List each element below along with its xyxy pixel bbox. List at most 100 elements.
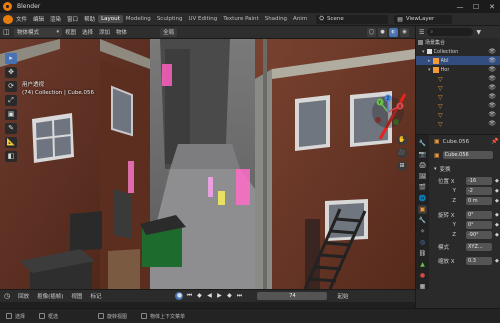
location-z-field[interactable]: 0 m (466, 197, 492, 205)
object-name-field[interactable]: Cube.056 (442, 151, 493, 159)
select-tool-icon[interactable]: ▸ (5, 53, 17, 64)
record-icon[interactable]: ● (175, 292, 184, 300)
visibility-eye-icon[interactable]: 👁 (488, 93, 496, 100)
solid-shading-icon[interactable]: ● (378, 27, 387, 37)
particles-tab-icon[interactable]: ✧ (418, 227, 427, 236)
visibility-eye-icon[interactable]: 👁 (488, 84, 496, 91)
pin-icon[interactable]: 📌 (491, 138, 498, 145)
outliner-row-hor[interactable]: ▾ Hor 👁 (416, 65, 500, 74)
menu-edit[interactable]: 编辑 (30, 15, 47, 23)
object-tab-icon[interactable]: ▣ (418, 205, 427, 214)
physics-tab-icon[interactable]: ◎ (418, 238, 427, 247)
location-y-field[interactable]: -2 (466, 187, 492, 195)
outliner-search-input[interactable]: ⌕ (427, 28, 474, 36)
cursor-tool-icon[interactable]: ✥ (5, 67, 17, 78)
timeline-menu-keying[interactable]: 抠像(插帧) (33, 292, 67, 300)
play-reverse-icon[interactable]: ◀ (205, 292, 213, 300)
timeline-menu-marker[interactable]: 标记 (86, 292, 105, 300)
transform-orientation-dropdown[interactable]: 全局 (160, 27, 178, 37)
data-tab-icon[interactable]: ▲ (418, 260, 427, 269)
maximize-button[interactable]: ☐ (468, 3, 484, 11)
outliner-row-child[interactable]: ▽ 👁 (416, 92, 500, 101)
visibility-eye-icon[interactable]: 👁 (488, 66, 496, 73)
timeline-editor-icon[interactable]: ◷ (0, 292, 14, 300)
filter-icon[interactable]: ▼ (476, 29, 481, 36)
outliner-row-child[interactable]: ▽ 👁 (416, 83, 500, 92)
disclosure-triangle-icon[interactable]: ▸ (428, 58, 431, 64)
keyframe-dot-icon[interactable]: ◆ (495, 212, 499, 218)
visibility-eye-icon[interactable]: 👁 (488, 48, 496, 55)
menu-render[interactable]: 渲染 (47, 15, 64, 23)
keyframe-dot-icon[interactable]: ◆ (495, 188, 499, 194)
outliner-row-abl[interactable]: ▸ Abl 👁 (416, 56, 500, 65)
outliner-row-collection[interactable]: ▾ Collection 👁 (416, 47, 500, 56)
workspace-tab-texture-paint[interactable]: Texture Paint (220, 15, 262, 23)
workspace-tab-anim[interactable]: Anim (290, 15, 310, 23)
navigation-gizmo[interactable]: X Y Z (370, 94, 406, 130)
material-shading-icon[interactable]: ◐ (389, 27, 398, 37)
visibility-eye-icon[interactable]: 👁 (488, 120, 496, 127)
rotation-z-field[interactable]: -90° (466, 231, 492, 239)
scene-tab-icon[interactable]: 🎬 (418, 183, 427, 192)
minimize-button[interactable]: — (452, 3, 468, 11)
camera-icon[interactable]: 🎥 (397, 148, 407, 158)
grid-icon[interactable]: ⊞ (397, 161, 407, 171)
editor-type-icon[interactable]: ◫ (3, 28, 10, 36)
outliner-row-scene-collection[interactable]: 场景集合 (416, 38, 500, 47)
transform-section-header[interactable]: ▾ 变换 (434, 165, 451, 173)
jump-start-icon[interactable]: ⏮ (185, 292, 193, 300)
visibility-eye-icon[interactable]: 👁 (488, 57, 496, 64)
keyframe-dot-icon[interactable]: ◆ (495, 258, 499, 264)
rotation-x-field[interactable]: 0° (466, 211, 492, 219)
keyframe-dot-icon[interactable]: ◆ (495, 198, 499, 204)
keyframe-dot-icon[interactable]: ◆ (495, 178, 499, 184)
disclosure-triangle-icon[interactable]: ▾ (422, 49, 425, 55)
jump-end-icon[interactable]: ⏭ (235, 292, 243, 300)
wireframe-shading-icon[interactable]: ◯ (367, 27, 376, 37)
blender-menu-icon[interactable] (3, 14, 13, 24)
modifier-tab-icon[interactable]: 🔧 (418, 216, 427, 225)
workspace-tab-shading[interactable]: Shading (262, 15, 290, 23)
workspace-tab-modeling[interactable]: Modeling (123, 15, 154, 23)
next-keyframe-icon[interactable]: ◆ (225, 292, 233, 300)
keyframe-dot-icon[interactable]: ◆ (495, 232, 499, 238)
visibility-eye-icon[interactable]: 👁 (488, 102, 496, 109)
scene-selector[interactable]: ⛭ Scene (316, 14, 389, 24)
menu-file[interactable]: 文件 (13, 15, 30, 23)
add-cube-tool-icon[interactable]: ◧ (5, 151, 17, 162)
pan-icon[interactable]: ✋ (397, 135, 407, 145)
timeline-menu-view[interactable]: 视图 (67, 292, 86, 300)
annotate-tool-icon[interactable]: ✎ (5, 123, 17, 134)
play-icon[interactable]: ▶ (215, 292, 223, 300)
render-tab-icon[interactable]: 📷 (418, 150, 427, 159)
outliner-row-child[interactable]: ▽ 👁 (416, 110, 500, 119)
outliner-editor-icon[interactable]: ☰ (419, 29, 424, 36)
disclosure-triangle-icon[interactable]: ▾ (428, 67, 431, 73)
location-x-field[interactable]: -16 (466, 177, 492, 185)
tool-tab-icon[interactable]: 🔧 (418, 139, 427, 148)
world-tab-icon[interactable]: 🌐 (418, 194, 427, 203)
menu-help[interactable]: 帮助 (81, 15, 98, 23)
scale-tool-icon[interactable]: ⤢ (5, 95, 17, 106)
rendered-shading-icon[interactable]: ◉ (400, 27, 409, 37)
mode-dropdown[interactable]: 物体模式 ▾ (14, 27, 62, 37)
menu-window[interactable]: 窗口 (64, 15, 81, 23)
current-frame-field[interactable]: 74 (257, 292, 328, 300)
keyframe-dot-icon[interactable]: ◆ (495, 222, 499, 228)
workspace-tab-sculpting[interactable]: Sculpting (154, 15, 186, 23)
measure-tool-icon[interactable]: 📐 (5, 137, 17, 148)
workspace-tab-layout[interactable]: Layout (98, 15, 123, 23)
visibility-eye-icon[interactable]: 👁 (488, 111, 496, 118)
outliner-row-child[interactable]: ▽ 👁 (416, 119, 500, 128)
view-layer-tab-icon[interactable]: 🖼 (418, 172, 427, 181)
outliner-row-child[interactable]: ▽ 👁 (416, 101, 500, 110)
viewlayer-selector[interactable]: ▤ ViewLayer (394, 14, 453, 24)
close-button[interactable]: ✕ (484, 3, 500, 11)
workspace-tab-uv-editing[interactable]: UV Editing (186, 15, 221, 23)
scale-x-field[interactable]: 0.3 (466, 257, 492, 265)
output-tab-icon[interactable]: 🖨 (418, 161, 427, 170)
rotate-tool-icon[interactable]: ⟳ (5, 81, 17, 92)
timeline-menu-playback[interactable]: 回放 (14, 292, 33, 300)
outliner-row-child[interactable]: ▽ 👁 (416, 74, 500, 83)
viewport-menu-select[interactable]: 选择 (79, 28, 96, 36)
